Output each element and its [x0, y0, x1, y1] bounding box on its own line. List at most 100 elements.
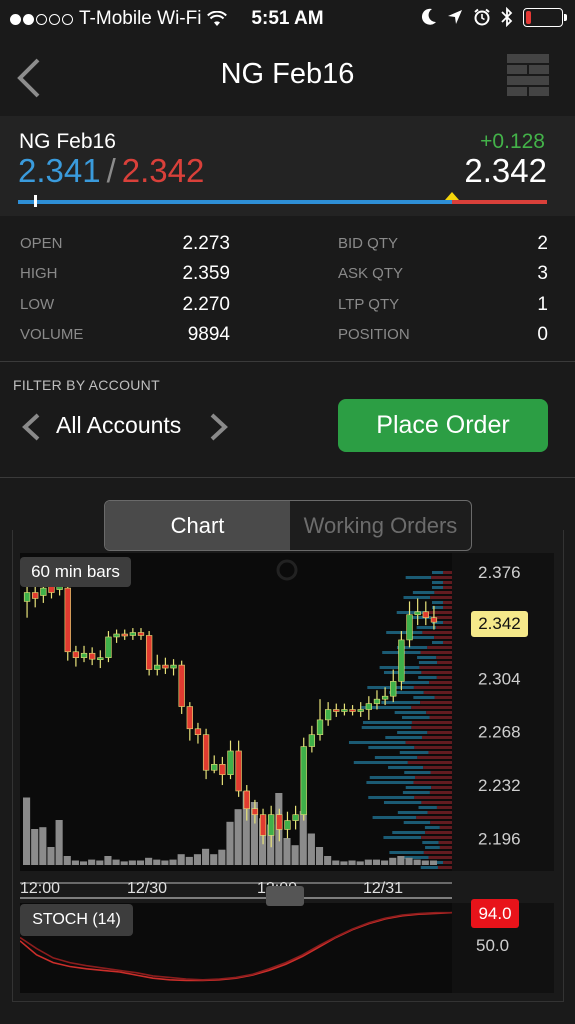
stoch-current-badge: 94.0: [471, 899, 519, 928]
price-axis-tick: 2.268: [478, 723, 521, 742]
grid-menu-icon[interactable]: [507, 54, 549, 96]
volume-profile-ask-bar: [443, 861, 452, 864]
volume-profile-bid-bar: [383, 801, 422, 804]
chevron-left-icon[interactable]: [20, 412, 42, 442]
stat-value: 2: [537, 233, 548, 254]
volume-profile-bid-bar: [368, 796, 415, 799]
volume-bar: [324, 856, 332, 865]
candle-body: [162, 664, 169, 669]
volume-profile-ask-bar: [427, 611, 452, 614]
volume-bar: [413, 859, 421, 865]
price-separator: /: [106, 152, 116, 189]
volume-profile-ask-bar: [413, 686, 452, 689]
volume-profile-ask-bar: [413, 781, 452, 784]
price-range-bar: [18, 192, 547, 207]
candle-body: [48, 586, 55, 593]
stoch-axis-tick: 50.0: [476, 936, 509, 955]
candle-body: [227, 750, 234, 775]
volume-profile-ask-bar: [427, 731, 452, 734]
stat-row: LOW 2.270 LTP QTY 1: [0, 291, 575, 321]
stat-value: 2.273: [182, 233, 230, 254]
candle-body: [324, 709, 332, 721]
volume-profile-ask-bar: [430, 596, 452, 599]
volume-bar: [63, 856, 71, 865]
volume-profile-ask-bar: [443, 606, 452, 609]
volume-profile-bid-bar: [348, 741, 406, 744]
volume-bar: [397, 856, 405, 865]
volume-profile-ask-bar: [422, 631, 452, 634]
volume-bar: [429, 860, 437, 865]
volume-profile-ask-bar: [428, 856, 452, 859]
price-axis-tick: 2.376: [478, 563, 521, 582]
stat-value: 2.270: [182, 294, 230, 315]
candle-body: [178, 664, 185, 707]
volume-profile-bid-bar: [425, 846, 440, 849]
chevron-right-icon[interactable]: [208, 412, 230, 442]
volume-profile-ask-bar: [405, 741, 452, 744]
range-low-marker: [34, 195, 37, 207]
volume-profile-bid-bar: [374, 756, 418, 759]
volume-profile-ask-bar: [421, 736, 452, 739]
candle-body: [316, 719, 324, 735]
volume-bar: [145, 857, 153, 865]
tab-chart[interactable]: Chart: [105, 501, 290, 550]
time-axis-tick: 12:00: [20, 880, 60, 897]
volume-profile-bid-bar: [418, 806, 437, 809]
volume-profile-ask-bar: [423, 691, 452, 694]
range-bar-bid-side: [18, 200, 452, 204]
volume-profile-bid-bar: [424, 826, 440, 829]
candle-body: [80, 652, 88, 658]
volume-profile-ask-bar: [430, 771, 452, 774]
stat-label: HIGH: [20, 265, 58, 282]
page-title: NG Feb16: [220, 58, 355, 90]
candle-body: [137, 632, 145, 636]
volume-bar: [96, 860, 104, 865]
volume-bar: [421, 860, 429, 865]
volume-bar: [356, 861, 364, 865]
volume-profile-bid-bar: [401, 681, 430, 684]
candle-body: [381, 695, 389, 700]
volume-profile-ask-bar: [443, 586, 452, 589]
volume-profile-bid-bar: [397, 811, 428, 814]
volume-profile-ask-bar: [436, 626, 452, 629]
volume-profile-ask-bar: [411, 706, 452, 709]
volume-bar: [234, 809, 242, 865]
volume-profile-ask-bar: [423, 851, 452, 854]
volume-profile-ask-bar: [419, 666, 452, 669]
volume-profile-bid-bar: [405, 576, 432, 579]
panel-resize-handle[interactable]: [266, 886, 304, 906]
stoch-indicator-label[interactable]: STOCH (14): [20, 904, 133, 936]
volume-bar: [88, 859, 96, 865]
volume-bar: [291, 845, 299, 865]
volume-bar: [79, 861, 88, 865]
candle-body: [64, 587, 71, 653]
volume-profile-ask-bar: [421, 671, 452, 674]
candle-body: [105, 636, 112, 658]
volume-bar: [364, 859, 372, 865]
volume-profile-ask-bar: [414, 776, 452, 779]
candle-body: [89, 652, 96, 660]
tab-working-orders[interactable]: Working Orders: [290, 501, 471, 550]
price-axis-tick: 2.304: [478, 669, 521, 688]
volume-profile-bid-bar: [394, 711, 427, 714]
candle-body: [406, 614, 413, 641]
candle-body: [292, 814, 299, 821]
battery-icon: [523, 7, 567, 27]
net-change: +0.128: [480, 130, 545, 153]
volume-bar: [153, 859, 161, 865]
candle-body: [194, 728, 202, 735]
volume-profile-ask-bar: [416, 816, 452, 819]
volume-profile-bid-bar: [381, 701, 421, 704]
status-bar: T-Mobile Wi-Fi 5:51 AM: [0, 0, 575, 40]
place-order-button[interactable]: Place Order: [338, 399, 548, 452]
volume-profile-bid-bar: [413, 696, 435, 699]
stat-value: 0: [537, 324, 548, 345]
nav-bar: NG Feb16: [0, 40, 575, 116]
volume-bar: [315, 847, 324, 865]
candle-body: [349, 709, 356, 712]
bar-interval-label[interactable]: 60 min bars: [20, 557, 131, 587]
stat-value: 2.359: [182, 263, 230, 284]
stat-label: BID QTY: [338, 235, 399, 252]
volume-bar: [226, 821, 234, 865]
volume-profile-ask-bar: [438, 841, 452, 844]
